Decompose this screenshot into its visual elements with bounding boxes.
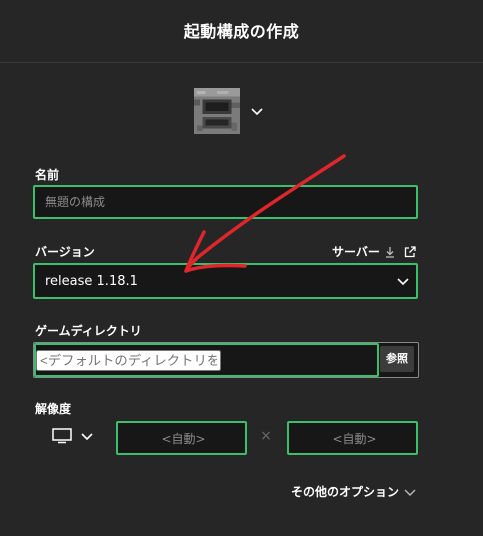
version-select-value: release 1.18.1 <box>45 273 138 289</box>
furnace-block-icon <box>194 88 240 134</box>
resolution-label: 解像度 <box>35 402 72 416</box>
resolution-preset-dropdown[interactable] <box>52 428 94 444</box>
profile-icon-picker[interactable] <box>194 88 264 134</box>
more-options-label: その他のオプション <box>291 485 400 499</box>
name-input[interactable] <box>35 195 416 209</box>
name-field-container <box>33 185 418 219</box>
chevron-down-icon <box>251 108 263 116</box>
external-link-icon[interactable] <box>404 245 416 258</box>
game-directory-container: 参照 <box>33 342 419 378</box>
download-icon <box>385 246 394 258</box>
browse-button[interactable]: 参照 <box>380 346 414 372</box>
server-link-label: サーバー <box>332 245 380 259</box>
name-label: 名前 <box>35 168 60 182</box>
chevron-down-icon <box>81 433 93 441</box>
resolution-width-input[interactable] <box>118 423 249 455</box>
game-directory-label: ゲームディレクトリ <box>35 324 142 338</box>
more-options-toggle[interactable]: その他のオプション <box>291 483 417 500</box>
game-directory-field <box>34 343 379 377</box>
dialog-title: 起動構成の作成 <box>183 22 300 41</box>
chevron-down-icon <box>404 489 416 496</box>
version-select[interactable]: release 1.18.1 <box>33 263 418 299</box>
server-download-link[interactable]: サーバー <box>332 243 416 260</box>
monitor-icon <box>52 428 72 444</box>
resolution-separator: × <box>260 428 272 444</box>
resolution-height-field <box>287 421 420 455</box>
resolution-width-field <box>116 421 249 455</box>
version-label: バージョン <box>35 245 95 259</box>
game-directory-input[interactable] <box>36 349 221 371</box>
chevron-down-icon <box>397 278 409 286</box>
resolution-height-input[interactable] <box>289 423 420 455</box>
dialog-header: 起動構成の作成 <box>0 0 483 63</box>
